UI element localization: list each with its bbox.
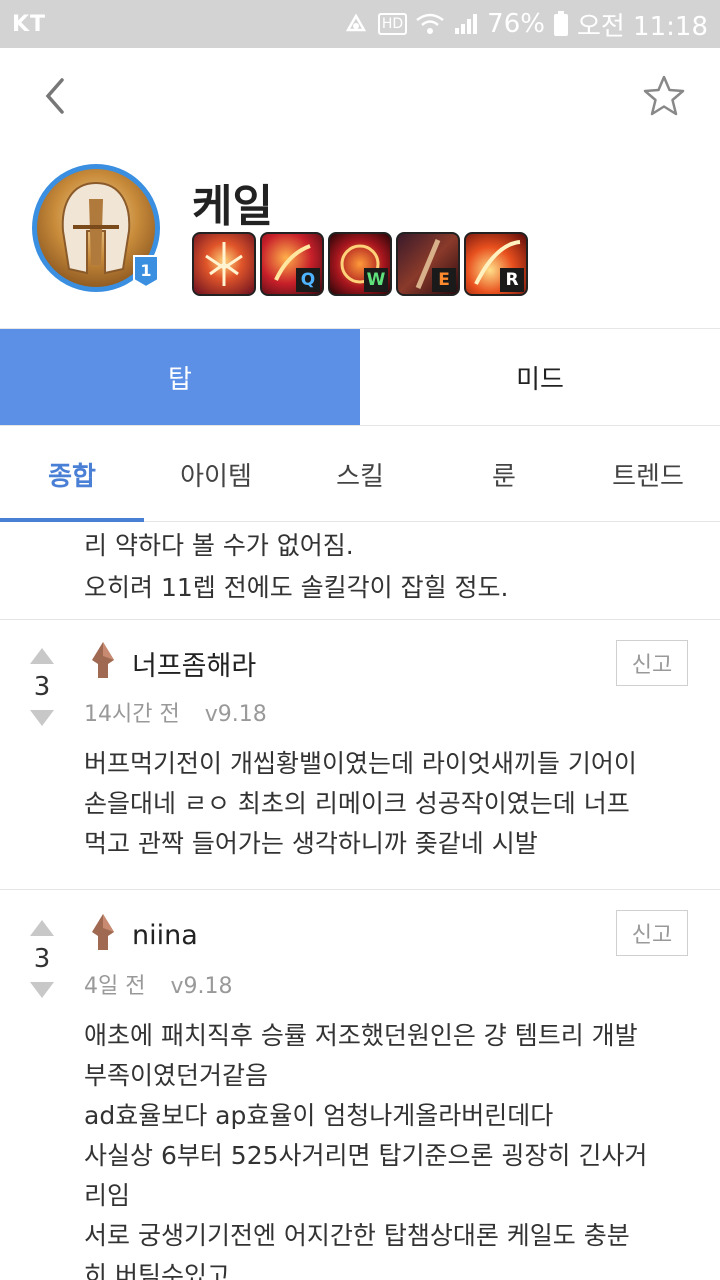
comment-item: 3 너프좀해라 신고 14시간 전 v9.18 버프먹기전이 개씹황밸이였는데 … [0, 620, 720, 890]
tab-items[interactable]: 아이템 [144, 428, 288, 521]
comment-body: 버프먹기전이 개씹황밸이였는데 라이엇새끼들 기어이 손을대네 ㄹㅇ 최초의 리… [84, 744, 690, 864]
hd-icon: HD [377, 13, 408, 35]
sync-icon [342, 12, 370, 36]
level-number: 1 [140, 261, 151, 280]
vote-control: 3 [22, 648, 62, 726]
wifi-icon [415, 12, 445, 36]
skill-key-label: R [500, 268, 524, 292]
level-badge: 1 [132, 254, 160, 289]
tab-mid[interactable]: 미드 [360, 329, 720, 425]
comment-list[interactable]: 리 약하다 볼 수가 없어짐. 오히려 11렙 전에도 솔킬각이 잡힐 정도. … [0, 523, 720, 1280]
champion-name: 케일 [192, 181, 273, 232]
skill-key-label: Q [296, 268, 320, 292]
signal-icon [453, 12, 479, 36]
carrier-label: KT [12, 11, 47, 37]
tab-skills[interactable]: 스킬 [288, 428, 432, 521]
report-button[interactable]: 신고 [616, 640, 688, 686]
comment-line: ad효율보다 ap효율이 엄청나게올라버린데다 [84, 1101, 554, 1130]
comment-time: 4일 전 [84, 974, 146, 999]
back-arrow-icon[interactable] [36, 76, 76, 116]
tab-top[interactable]: 탑 [0, 329, 360, 425]
q-skill[interactable]: Q [260, 232, 324, 296]
comment-body: 애초에 패치직후 승률 저조했던원인은 걍 템트리 개발 부족이였던거같음 ad… [84, 1016, 690, 1280]
r-skill[interactable]: R [464, 232, 528, 296]
comment-line: 리 약하다 볼 수가 없어짐. [84, 531, 354, 560]
status-icons: HD 76% 오전 11:18 [342, 6, 708, 43]
rank-emblem-icon [88, 912, 118, 959]
upvote-icon[interactable] [30, 920, 54, 936]
comment-line: 애초에 패치직후 승률 저조했던원인은 걍 템트리 개발 [84, 1021, 638, 1050]
e-skill[interactable]: E [396, 232, 460, 296]
tab-trends[interactable]: 트렌드 [576, 428, 720, 521]
status-bar: KT HD 76% 오전 11:18 [0, 0, 720, 48]
comment-author: 너프좀해라 [88, 640, 256, 687]
tab-runes[interactable]: 룬 [432, 428, 576, 521]
battery-percent: 76% [487, 9, 545, 39]
top-bar [0, 48, 720, 144]
comment-meta: 4일 전 v9.18 [84, 968, 233, 1000]
comment-partial: 리 약하다 볼 수가 없어짐. 오히려 11렙 전에도 솔킬각이 잡힐 정도. [0, 523, 720, 620]
downvote-icon[interactable] [30, 710, 54, 726]
comment-line: 부족이였던거같음 [84, 1061, 269, 1090]
report-button[interactable]: 신고 [616, 910, 688, 956]
vote-count: 3 [33, 944, 51, 974]
comment-version: v9.18 [170, 974, 233, 999]
comment-line: 히 버팀수있고 [84, 1261, 230, 1280]
comment-time: 14시간 전 [84, 702, 180, 727]
rank-emblem-icon [88, 640, 118, 687]
vote-count: 3 [33, 672, 51, 702]
upvote-icon[interactable] [30, 648, 54, 664]
passive-skill[interactable] [192, 232, 256, 296]
downvote-icon[interactable] [30, 982, 54, 998]
favorite-star-icon[interactable] [642, 74, 686, 118]
sub-tabs: 종합 아이템 스킬 룬 트렌드 [0, 428, 720, 522]
w-skill[interactable]: W [328, 232, 392, 296]
comment-item: 3 niina 신고 4일 전 v9.18 애초에 패치직후 승률 저조했던원인… [0, 890, 720, 1280]
comment-line: 오히려 11렙 전에도 솔킬각이 잡힐 정도. [84, 573, 509, 602]
vote-control: 3 [22, 920, 62, 998]
champion-header: 1 케일 Q W E R [0, 160, 720, 320]
passive-skill-icon [194, 242, 254, 294]
clock: 오전 11:18 [576, 11, 708, 42]
skill-key-label: W [364, 268, 388, 292]
comment-line: 버프먹기전이 개씹황밸이였는데 라이엇새끼들 기어이 [84, 749, 637, 778]
comment-line: 서로 궁생기기전엔 어지간한 탑챔상대론 케일도 충분 [84, 1221, 630, 1250]
comment-author: niina [88, 912, 198, 959]
comment-meta: 14시간 전 v9.18 [84, 696, 267, 728]
author-name[interactable]: 너프좀해라 [132, 644, 256, 683]
skill-key-label: E [432, 268, 456, 292]
comment-line: 손을대네 ㄹㅇ 최초의 리메이크 성공작이였는데 너프 [84, 789, 630, 818]
battery-icon [553, 11, 569, 37]
author-name[interactable]: niina [132, 920, 198, 951]
comment-line: 사실상 6부터 525사거리면 탑기준으론 굉장히 긴사거 [84, 1141, 648, 1170]
skill-list: Q W E R [192, 232, 528, 296]
comment-version: v9.18 [204, 702, 267, 727]
comment-line: 먹고 관짝 들어가는 생각하니까 좆같네 시발 [84, 829, 538, 858]
tab-overview[interactable]: 종합 [0, 428, 144, 522]
comment-line: 리임 [84, 1181, 131, 1210]
role-tabs: 탑 미드 [0, 328, 720, 426]
